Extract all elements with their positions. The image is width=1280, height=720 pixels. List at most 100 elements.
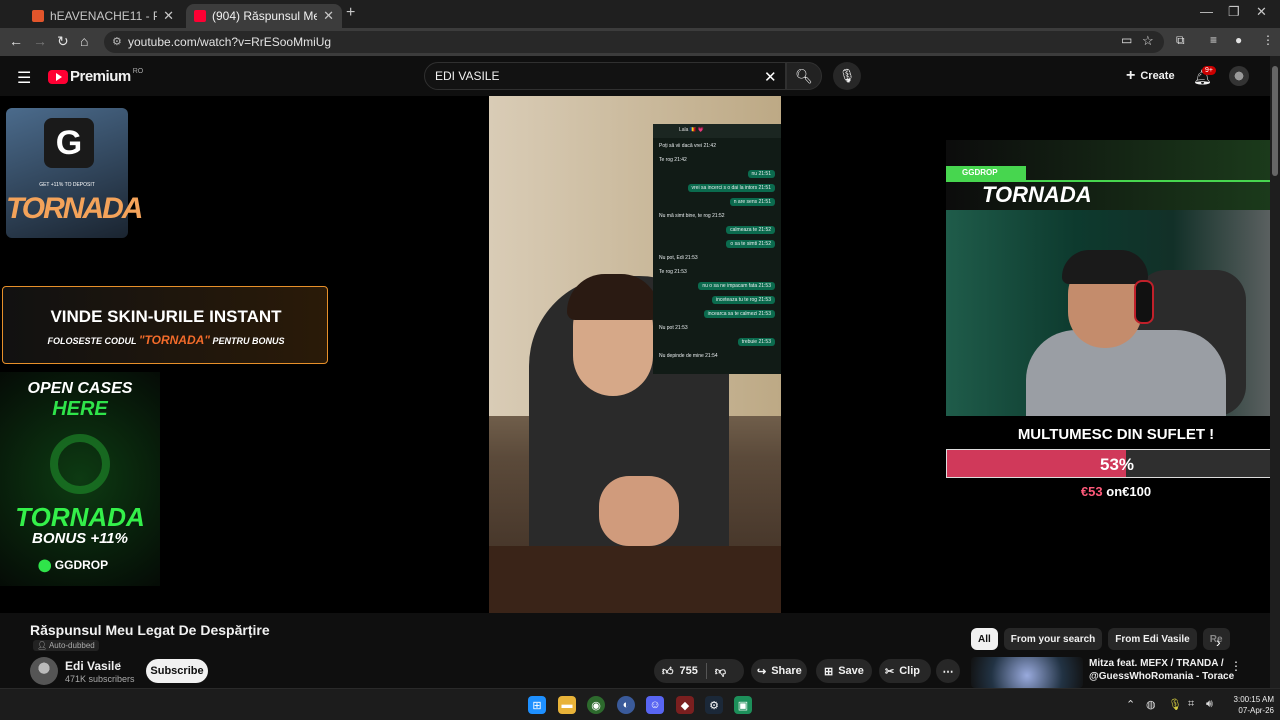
- subscribe-button[interactable]: Subscribe: [146, 659, 208, 683]
- ggdrop-logo-icon: G: [44, 118, 94, 168]
- save-button[interactable]: ⊞ Save: [816, 659, 872, 683]
- share-icon: ↪: [757, 665, 767, 678]
- clear-search-icon[interactable]: ✕: [764, 68, 777, 86]
- file-explorer-icon[interactable]: ▬: [558, 696, 576, 714]
- streamer-shirt: [1026, 330, 1226, 416]
- minimize-icon[interactable]: —: [1200, 4, 1213, 19]
- forward-icon[interactable]: →: [33, 33, 47, 49]
- promo-banner-cases: OPEN CASES HERE TORNADA BONUS +11% ⬤ GGD…: [0, 372, 160, 586]
- like-button[interactable]: 👍︎ 755: [654, 663, 707, 679]
- video-player[interactable]: G GET +11% TO DEPOSIT TORNADA VINDE SKIN…: [0, 96, 1270, 613]
- speaker-hands: [599, 476, 679, 546]
- site-info-icon[interactable]: ⚙: [112, 35, 122, 48]
- search-value: EDI VASILE: [435, 69, 500, 83]
- shield-app-icon[interactable]: ◆: [676, 696, 694, 714]
- notification-count-badge: 9+: [1202, 66, 1216, 75]
- search-button[interactable]: 🔍︎: [786, 62, 822, 90]
- ggdrop-emblem-icon: [50, 434, 110, 494]
- address-bar[interactable]: ⚙ youtube.com/watch?v=RrESooMmiUg: [104, 31, 1164, 53]
- promo-tornada: TORNADA: [15, 502, 145, 532]
- chat-message: Nu mă simt bine, te rog 21:52: [659, 213, 725, 219]
- windows-taskbar: ⊞ ▬ ◉ ◐ ☺ ◆ ⚙ ▣ ⌃ ◍ 🎙︎ ⌗ 🔊︎ 3:00:15 AM 0…: [0, 688, 1280, 720]
- save-label: Save: [838, 665, 864, 677]
- promo-brand-text: GGDROP: [54, 558, 109, 572]
- volume-icon[interactable]: 🔊︎: [1206, 698, 1213, 711]
- new-tab-icon[interactable]: +: [346, 4, 355, 22]
- tray-chevron-icon[interactable]: ⌃: [1126, 698, 1135, 711]
- close-tab-icon[interactable]: ✕: [163, 8, 174, 24]
- voice-search-button[interactable]: 🎙︎: [833, 62, 861, 90]
- youtube-favicon-icon: [194, 10, 206, 22]
- hamburger-menu-icon[interactable]: ☰: [17, 68, 31, 88]
- recommended-title[interactable]: Mitza feat. MEFX / TRANDA /: [1089, 658, 1224, 669]
- thumbs-down-icon: 👎︎: [714, 665, 727, 678]
- browser-tab[interactable]: hEAVENACHE11 - Player Profile ✕: [24, 4, 182, 28]
- media-controls-icon[interactable]: ≡: [1210, 33, 1217, 47]
- clock-date: 07-Apr-26: [1238, 706, 1274, 715]
- chip-from-channel[interactable]: From Edi Vasile: [1108, 628, 1197, 650]
- reload-icon[interactable]: ↻: [57, 33, 69, 50]
- back-icon[interactable]: ←: [9, 33, 23, 49]
- search-icon: 🔍︎: [795, 67, 813, 84]
- save-icon: ⊞: [824, 665, 834, 678]
- steam-icon[interactable]: ⚙: [705, 696, 723, 714]
- recommended-thumbnail[interactable]: [971, 657, 1083, 688]
- chip-from-search[interactable]: From your search: [1003, 628, 1103, 650]
- promo-open-cases: OPEN CASES: [27, 380, 133, 397]
- chrome-icon[interactable]: ◉: [587, 696, 605, 714]
- close-tab-icon[interactable]: ✕: [323, 8, 334, 24]
- share-button[interactable]: ↪ Share: [751, 659, 807, 683]
- extensions-icon[interactable]: ⧉: [1176, 33, 1185, 48]
- cast-icon[interactable]: ▭: [1121, 33, 1132, 47]
- page-scrollbar[interactable]: [1270, 56, 1280, 688]
- chevron-right-icon[interactable]: ›: [1216, 634, 1221, 650]
- youtube-logo[interactable]: Premium RO: [48, 68, 143, 85]
- account-avatar[interactable]: [1229, 66, 1249, 86]
- chip-all[interactable]: All: [971, 628, 998, 650]
- discord-icon[interactable]: ☺: [646, 696, 664, 714]
- maximize-icon[interactable]: ❐: [1228, 4, 1240, 20]
- browser-app-icon[interactable]: ◐: [617, 696, 635, 714]
- more-vertical-icon[interactable]: ⋮: [1230, 659, 1242, 673]
- donation-goal-amount: €53 on€100: [946, 484, 1270, 499]
- profile-icon[interactable]: ●: [1235, 33, 1242, 47]
- clip-button[interactable]: ✂ Clip: [879, 659, 931, 683]
- network-icon[interactable]: ⌗: [1188, 698, 1194, 711]
- chat-message: inceteaza tu te rog 21:53: [711, 296, 775, 304]
- promo-subline: FOLOSESTE CODUL "TORNADA" PENTRU BONUS: [3, 333, 329, 347]
- dislike-button[interactable]: 👎︎: [707, 665, 726, 678]
- close-window-icon[interactable]: ✕: [1256, 4, 1267, 20]
- browser-tab-active[interactable]: (904) Răspunsul Meu Legat De ✕: [186, 4, 342, 28]
- scrollbar-thumb[interactable]: [1272, 66, 1278, 176]
- steam-tray-icon[interactable]: ◍: [1146, 698, 1156, 711]
- search-input[interactable]: EDI VASILE: [424, 62, 786, 90]
- create-label: Create: [1140, 70, 1175, 82]
- channel-avatar[interactable]: [30, 657, 58, 685]
- bookmark-star-icon[interactable]: ☆: [1142, 33, 1154, 49]
- channel-name[interactable]: Edi Vasile: [65, 659, 121, 673]
- headphones-icon: [1134, 280, 1154, 324]
- chat-message: nu 21:51: [747, 170, 775, 178]
- tab-favicon-icon: [32, 10, 44, 22]
- browser-tab-strip: hEAVENACHE11 - Player Profile ✕ (904) Ră…: [0, 0, 1280, 28]
- ggdrop-tag: GGDROP: [946, 166, 1026, 180]
- microphone-tray-icon[interactable]: 🎙︎: [1168, 698, 1182, 711]
- dub-icon: 👤︎: [37, 641, 48, 650]
- more-horizontal-icon: ⋯: [942, 665, 954, 678]
- promo-big-text: TORNADA: [6, 192, 143, 225]
- windows-start-icon[interactable]: ⊞: [528, 696, 546, 714]
- chat-screenshot: Lala 🇷🇴 💗 Poți să vii dacă vrei 21:42 Te …: [653, 124, 781, 374]
- goal-on: on: [1106, 484, 1123, 499]
- more-actions-button[interactable]: ⋯: [936, 659, 960, 683]
- xbox-app-icon[interactable]: ▣: [734, 696, 752, 714]
- like-count: 755: [679, 665, 698, 677]
- recommendation-chips: All From your search From Edi Vasile Re: [971, 628, 1236, 650]
- recommended-title-line2[interactable]: @GuessWhoRomania - Torace: [1089, 671, 1234, 682]
- taskbar-clock[interactable]: 3:00:15 AM 07-Apr-26: [1226, 694, 1274, 716]
- home-icon[interactable]: ⌂: [80, 33, 88, 49]
- create-button[interactable]: + Create: [1118, 64, 1183, 88]
- promo-code: "TORNADA": [138, 333, 210, 347]
- browser-menu-icon[interactable]: ⋮: [1262, 33, 1274, 47]
- chat-message: Te rog 21:42: [659, 157, 687, 163]
- auto-dubbed-badge: 👤︎ Auto-dubbed: [33, 640, 99, 651]
